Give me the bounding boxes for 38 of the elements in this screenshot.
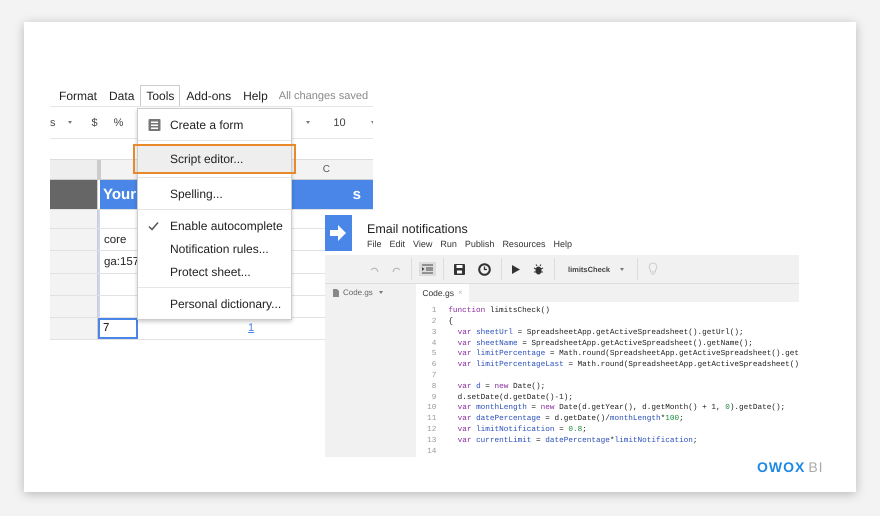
brand-logo: OWOX BI: [757, 459, 824, 475]
menu-item[interactable]: Help: [553, 238, 572, 248]
menu-option[interactable]: Spelling...: [138, 182, 291, 205]
row-header: [50, 229, 98, 250]
row-header: [50, 318, 98, 340]
save-icon[interactable]: [454, 264, 465, 274]
script-file[interactable]: Code.gs: [343, 288, 373, 297]
play-icon[interactable]: [512, 264, 520, 274]
caret-icon[interactable]: [378, 291, 383, 294]
row-header: [50, 296, 98, 317]
indent-button[interactable]: [419, 262, 436, 276]
clock-icon[interactable]: [478, 262, 491, 276]
caret-icon[interactable]: [620, 268, 624, 270]
currency-button[interactable]: $: [92, 116, 98, 128]
menu-item[interactable]: Edit: [390, 238, 406, 248]
banner-text: Your: [103, 186, 136, 204]
menu-item[interactable]: Run: [440, 238, 457, 248]
format-button[interactable]: s: [50, 116, 56, 128]
row-header: [50, 274, 98, 295]
column-header: C: [322, 164, 330, 176]
percent-button[interactable]: %: [114, 116, 124, 128]
row-header: [50, 251, 98, 273]
menu-option[interactable]: Personal dictionary...: [138, 292, 291, 315]
menu-item[interactable]: View: [413, 238, 432, 248]
caret-icon[interactable]: [306, 121, 310, 124]
menu-item[interactable]: Resources: [502, 238, 546, 248]
banner-text: s: [352, 186, 361, 204]
caret-icon[interactable]: [68, 121, 72, 124]
bug-icon[interactable]: [533, 264, 544, 274]
file-tab[interactable]: Code.gs ×: [416, 284, 469, 302]
save-status: All changes saved: [278, 90, 368, 102]
cell-link[interactable]: 1: [248, 322, 254, 334]
font-size-button[interactable]: 10: [333, 116, 346, 128]
selected-cell[interactable]: 7: [98, 318, 138, 340]
menu-item[interactable]: Publish: [464, 238, 494, 248]
document-icon: [333, 288, 339, 296]
menu-item[interactable]: Tools: [140, 85, 180, 106]
menu-option[interactable]: Create a form: [138, 113, 291, 136]
